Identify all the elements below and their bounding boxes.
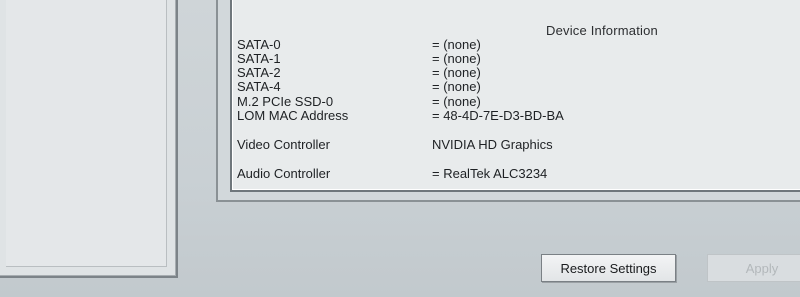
info-value: = (none)	[432, 65, 481, 80]
settings-nav-panel	[0, 0, 178, 278]
device-info-title: Device Information	[546, 23, 658, 38]
settings-tree[interactable]	[6, 0, 167, 267]
info-value: = (none)	[432, 37, 481, 52]
info-label: M.2 PCIe SSD-0	[237, 94, 334, 109]
info-value: = (none)	[432, 79, 481, 94]
info-label: Video Controller	[237, 137, 330, 152]
info-value: = 48-4D-7E-D3-BD-BA	[432, 108, 564, 123]
apply-button[interactable]: Apply	[707, 254, 800, 282]
bios-screen: Device Information SATA-0 = (none) SATA-…	[0, 0, 800, 297]
info-value: = RealTek ALC3234	[432, 166, 548, 181]
info-label: SATA-4	[237, 79, 281, 94]
info-label: Audio Controller	[237, 166, 331, 181]
info-label: LOM MAC Address	[237, 108, 349, 123]
restore-settings-button[interactable]: Restore Settings	[541, 254, 676, 282]
info-label: SATA-2	[237, 65, 281, 80]
info-value: NVIDIA HD Graphics	[432, 137, 553, 152]
info-value: = (none)	[432, 94, 481, 109]
info-label: SATA-0	[237, 37, 281, 52]
info-label: SATA-1	[237, 51, 281, 66]
info-value: = (none)	[432, 51, 481, 66]
